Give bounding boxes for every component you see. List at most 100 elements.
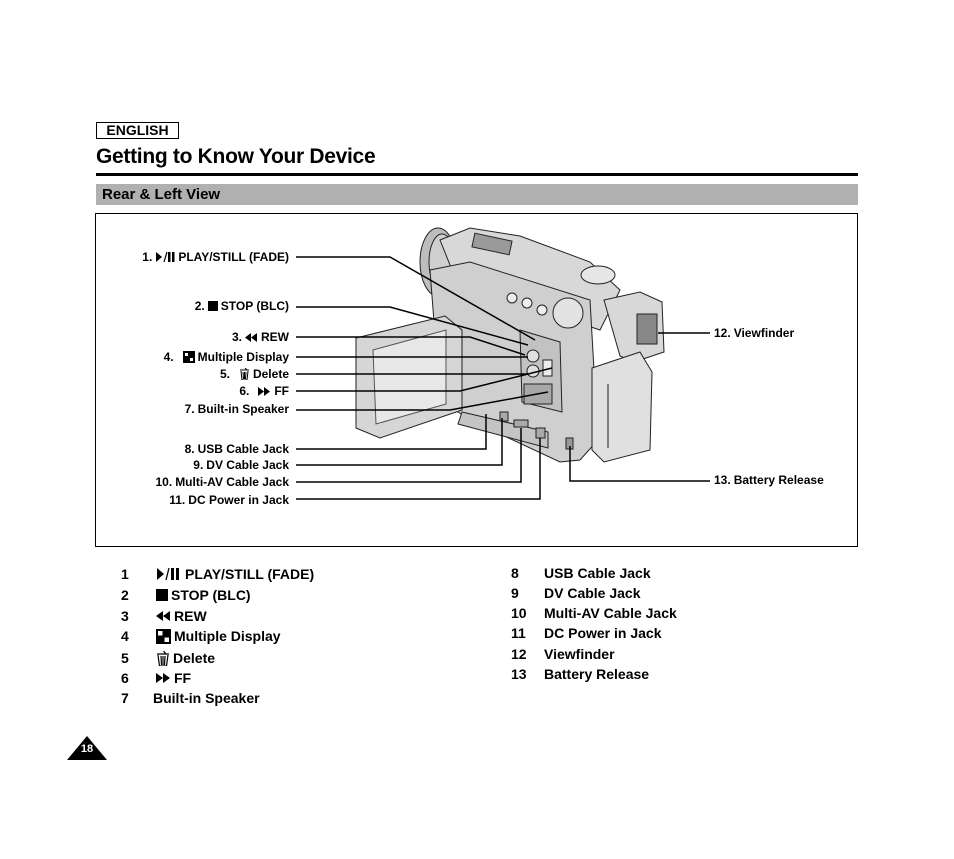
legend-entry: FF	[156, 670, 191, 686]
callout-number: 1.	[142, 250, 153, 264]
legend-item: 11 DC Power in Jack	[511, 625, 662, 641]
callout-stop: 2. STOP (BLC)	[195, 299, 289, 313]
callout-number: 6.	[239, 384, 250, 398]
callout-label: STOP (BLC)	[220, 299, 289, 313]
stop-icon	[156, 589, 168, 601]
callout-multi-av: 10. Multi-AV Cable Jack	[156, 475, 290, 489]
callout-viewfinder: 12. Viewfinder	[714, 326, 794, 340]
viewfinder-lens	[636, 313, 658, 345]
multiple-display-icon	[156, 628, 171, 644]
legend-number: 8	[511, 565, 519, 581]
legend-item: 9 DV Cable Jack	[511, 585, 641, 601]
joystick	[552, 297, 584, 329]
callout-label: Multi-AV Cable Jack	[175, 475, 289, 489]
callout-ff: 6. FF	[239, 384, 289, 398]
legend-number: 12	[511, 646, 527, 662]
rewind-icon	[245, 332, 258, 342]
legend-item: 2 STOP (BLC)	[121, 587, 251, 603]
legend-number: 10	[511, 605, 527, 621]
callout-number: 8.	[184, 442, 195, 456]
legend-entry: Multiple Display	[156, 628, 281, 644]
play-pause-icon	[156, 568, 182, 580]
callout-number: 2.	[194, 299, 205, 313]
legend-number: 4	[121, 628, 129, 644]
callout-label: PLAY/STILL (FADE)	[178, 250, 289, 264]
callout-usb: 8. USB Cable Jack	[185, 442, 289, 456]
callout-label: Viewfinder	[733, 326, 795, 340]
legend-label: PLAY/STILL (FADE)	[185, 566, 315, 582]
trash-icon	[156, 650, 170, 666]
callout-number: 7.	[184, 402, 195, 416]
callout-number: 9.	[193, 458, 204, 472]
legend-label: Viewfinder	[544, 646, 615, 662]
legend-item: 7 Built-in Speaker	[121, 690, 260, 706]
legend-number: 9	[511, 585, 519, 601]
trash-icon	[239, 368, 250, 380]
legend-label: DC Power in Jack	[544, 625, 662, 641]
legend-item: 12 Viewfinder	[511, 646, 615, 662]
callout-number: 13.	[714, 473, 731, 487]
callout-label: REW	[261, 330, 289, 344]
callout-label: Delete	[252, 367, 289, 381]
legend-label: Multiple Display	[174, 628, 281, 644]
callout-number: 5.	[219, 367, 230, 381]
legend-label: USB Cable Jack	[544, 565, 651, 581]
legend-entry: Delete	[156, 650, 215, 666]
page-number-badge: 18	[67, 736, 107, 760]
fast-forward-icon	[156, 673, 171, 683]
fast-forward-icon	[258, 386, 271, 396]
legend-label: Multi-AV Cable Jack	[544, 605, 677, 621]
legend-number: 5	[121, 650, 129, 666]
legend-item: 5 Delete	[121, 650, 215, 666]
callout-label: Battery Release	[733, 473, 824, 487]
legend-item: 8 USB Cable Jack	[511, 565, 651, 581]
callout-speaker: 7. Built-in Speaker	[185, 402, 289, 416]
legend-label: Battery Release	[544, 666, 650, 682]
legend-item: 6 FF	[121, 670, 191, 686]
callout-label: FF	[274, 384, 289, 398]
rewind-icon	[156, 611, 171, 621]
callout-delete: 5. Delete	[220, 367, 289, 381]
mode-dial	[580, 265, 616, 285]
callout-number: 10.	[155, 475, 173, 489]
legend-item: 1 PLAY/STILL (FADE)	[121, 566, 314, 582]
callout-dv: 9. DV Cable Jack	[193, 458, 289, 472]
callout-label: DV Cable Jack	[206, 458, 289, 472]
legend-label: REW	[174, 608, 207, 624]
legend-item: 13 Battery Release	[511, 666, 649, 682]
stop-icon	[207, 301, 218, 311]
legend-entry: REW	[156, 608, 207, 624]
legend-number: 6	[121, 670, 129, 686]
legend-item: 4 Multiple Display	[121, 628, 281, 644]
legend-number: 3	[121, 608, 129, 624]
callout-label: DC Power in Jack	[188, 493, 289, 507]
callout-multiple-display: 4. Multiple Display	[164, 350, 289, 364]
play-pause-icon	[155, 252, 175, 262]
callout-number: 3.	[231, 330, 242, 344]
page-number: 18	[80, 743, 94, 755]
legend-entry: STOP (BLC)	[156, 587, 251, 603]
callout-number: 11.	[169, 493, 186, 507]
legend-entry: PLAY/STILL (FADE)	[156, 566, 314, 582]
legend-number: 7	[121, 690, 129, 706]
legend-label: Delete	[173, 650, 216, 666]
callout-number: 12.	[714, 326, 731, 340]
legend-label: DV Cable Jack	[544, 585, 641, 601]
legend-label: FF	[174, 670, 192, 686]
callout-battery-release: 13. Battery Release	[714, 473, 824, 487]
legend-number: 2	[121, 587, 129, 603]
legend-number: 1	[121, 566, 129, 582]
callout-label: Built-in Speaker	[197, 402, 289, 416]
legend-number: 11	[511, 625, 526, 641]
callout-label: USB Cable Jack	[197, 442, 289, 456]
battery	[591, 351, 653, 463]
callout-label: Multiple Display	[197, 350, 289, 364]
multiple-display-icon	[182, 351, 195, 363]
legend-entry: Built-in Speaker	[153, 690, 260, 706]
legend-number: 13	[511, 666, 527, 682]
legend-label: Built-in Speaker	[153, 690, 260, 706]
legend-item: 10 Multi-AV Cable Jack	[511, 605, 677, 621]
camcorder-illustration	[296, 227, 710, 500]
legend-item: 3 REW	[121, 608, 207, 624]
callout-dc-power: 11. DC Power in Jack	[169, 493, 289, 507]
